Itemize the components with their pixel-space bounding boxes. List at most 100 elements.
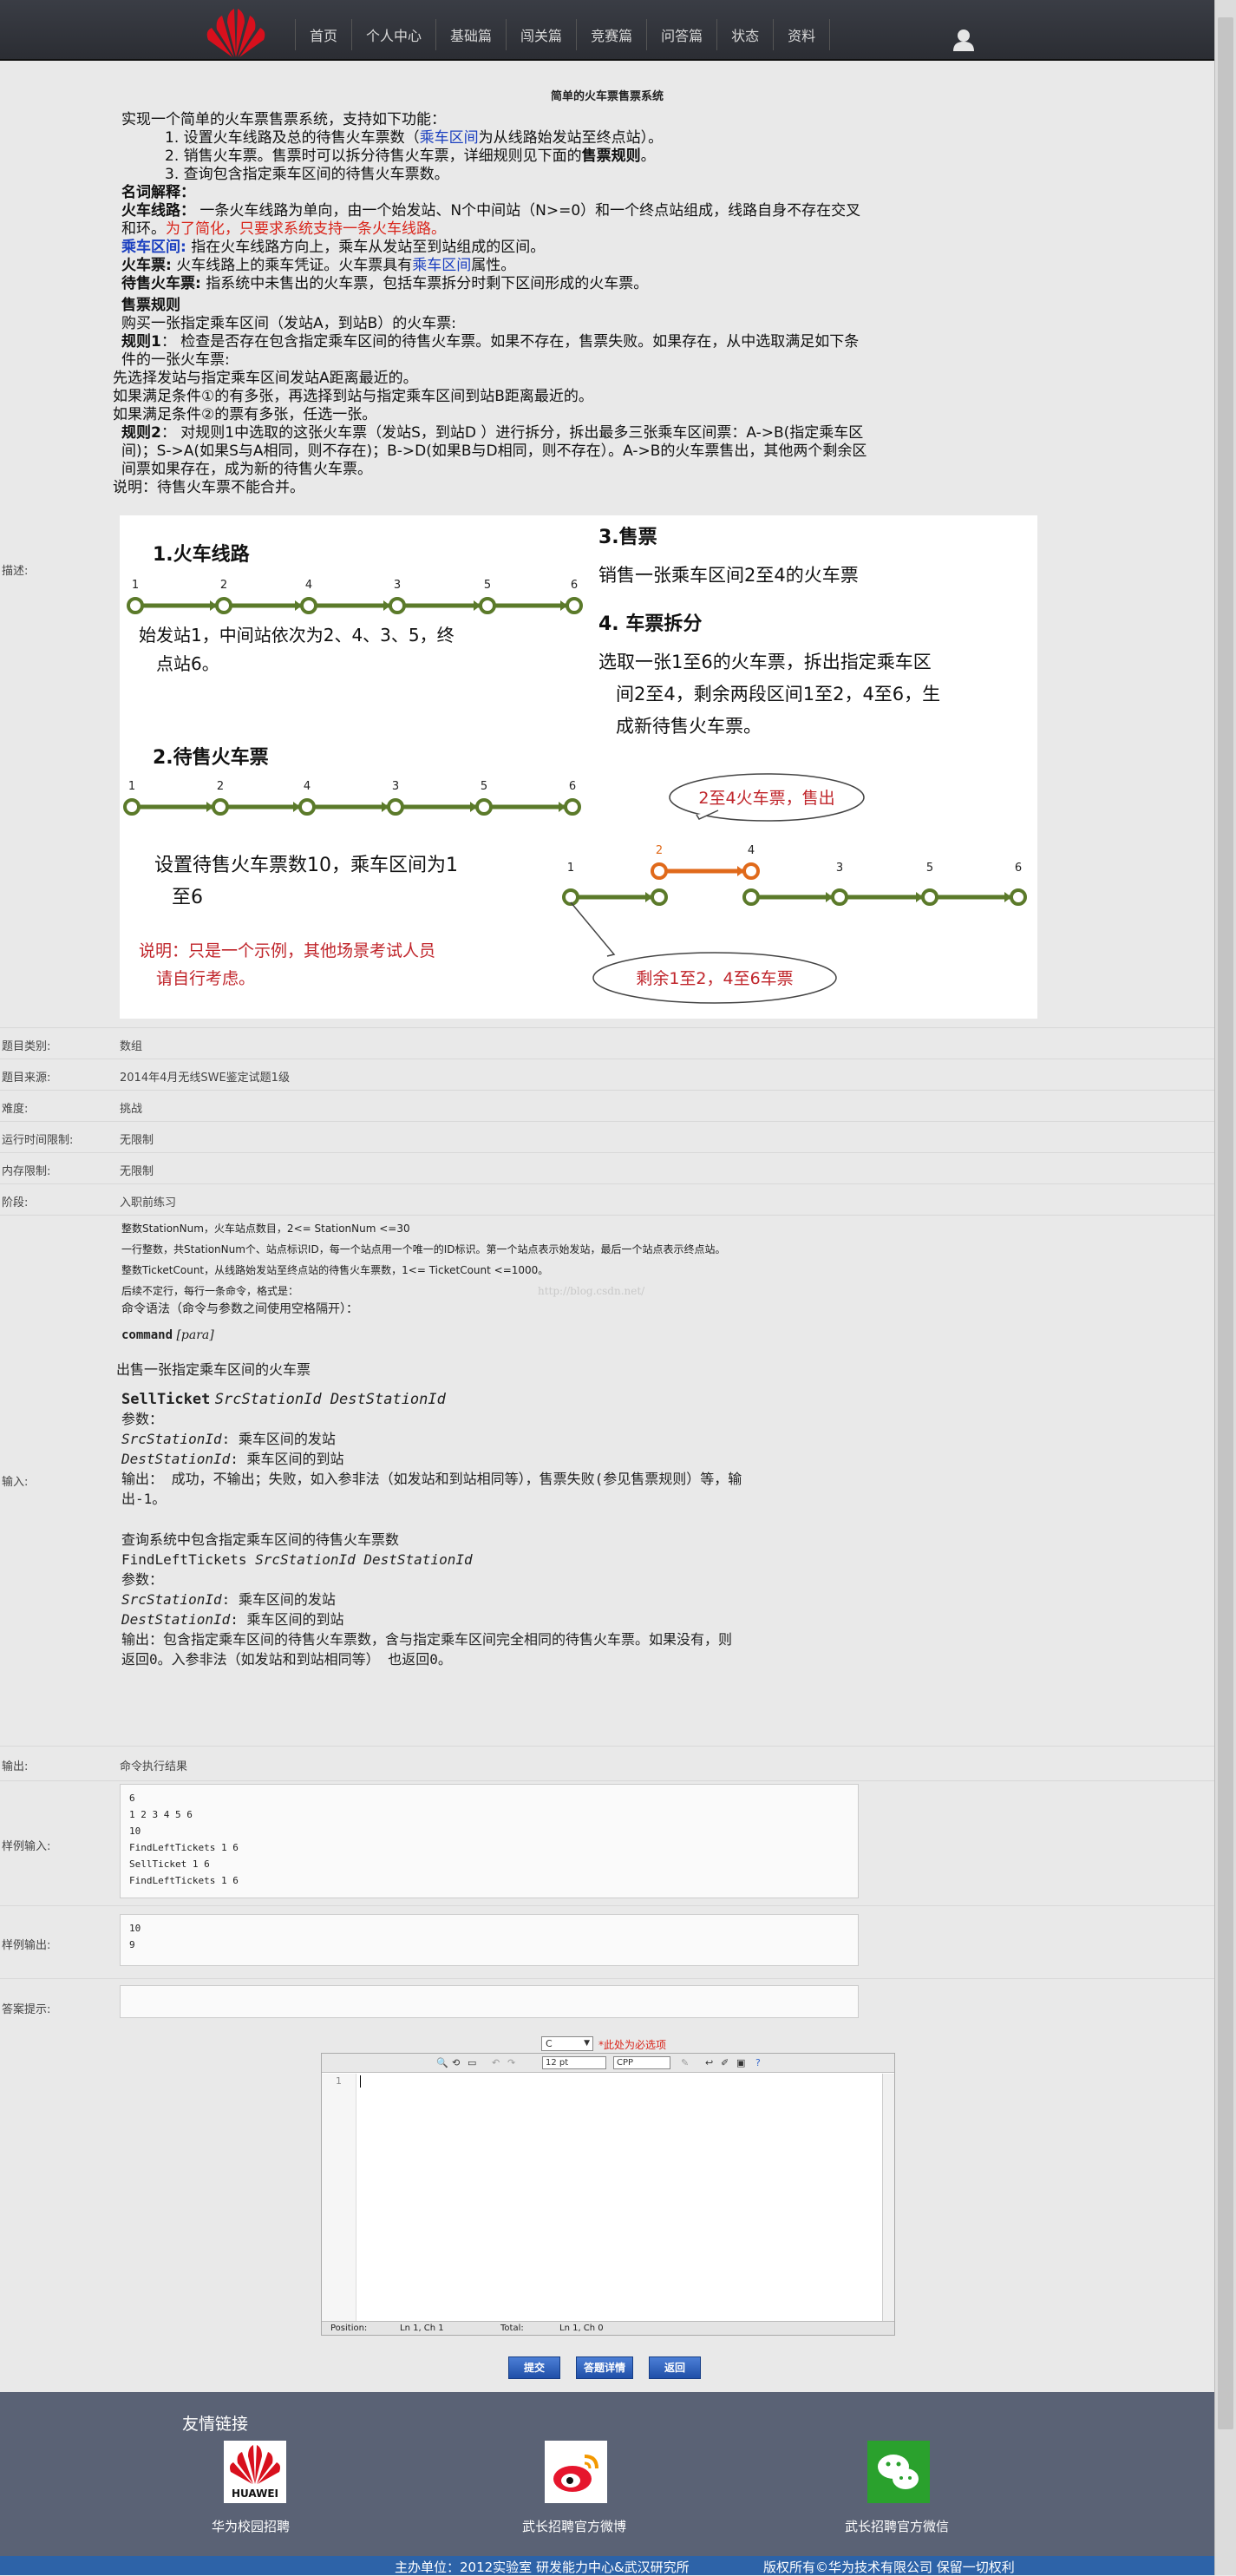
nav-resources[interactable]: 资料 xyxy=(774,19,831,50)
chevron-down-icon: ▼ xyxy=(584,2039,590,2048)
line-number: 1 xyxy=(336,2075,342,2087)
position-label: Position: xyxy=(330,2324,368,2333)
sell-param-src-desc: : 乘车区间的发站 xyxy=(221,1431,336,1447)
term-ticket-term: 乘车区间 xyxy=(412,257,472,274)
huawei-logo-icon[interactable] xyxy=(201,5,271,59)
code-editor[interactable]: 🔍 ⟲ ▭ ↶ ↷ 12 pt CPP ✎ ↩ ✐ ▣ ? 1 Position… xyxy=(321,2053,895,2336)
nav-qa[interactable]: 问答篇 xyxy=(647,19,718,50)
wechat-logo[interactable] xyxy=(867,2441,930,2503)
hint-box xyxy=(120,1985,859,2018)
footer: 友情链接 HUAWEI 华为校园招聘 武长招聘官方微博 武长招聘官方微信 xyxy=(0,2392,1214,2557)
editor-scrollbar[interactable] xyxy=(882,2074,894,2321)
main-nav: 首页 个人中心 基础篇 闯关篇 竞赛篇 问答篇 状态 资料 xyxy=(295,19,831,50)
wrap-icon[interactable]: ↩ xyxy=(705,2057,713,2068)
source-row: 题目来源: 2014年4月无线SWE鉴定试题1级 xyxy=(0,1059,1214,1090)
station-label: 2 xyxy=(220,579,227,592)
highlight-icon[interactable]: ✎ xyxy=(681,2057,689,2068)
weibo-logo[interactable] xyxy=(545,2441,607,2503)
nav-home[interactable]: 首页 xyxy=(295,19,353,50)
station-node xyxy=(831,888,848,906)
answer-details-button[interactable]: 答题详情 xyxy=(576,2356,633,2379)
s2-note-a: 说明：只是一个示例，其他场景考试人员 xyxy=(139,941,435,960)
sell-params-label: 参数： xyxy=(121,1411,164,1427)
editor-toolbar: 🔍 ⟲ ▭ ↶ ↷ 12 pt CPP ✎ ↩ ✐ ▣ ? xyxy=(322,2054,894,2073)
text-cursor xyxy=(360,2075,361,2088)
s2-title: 2.待售火车票 xyxy=(153,746,269,769)
station-label: 5 xyxy=(481,780,487,793)
footer-bar: 主办单位：2012实验室 研发能力中心&武汉研究所 版权所有©华为技术有限公司 … xyxy=(0,2556,1214,2575)
language-select[interactable]: C ▼ xyxy=(541,2036,593,2051)
station-node xyxy=(651,862,668,880)
station-node xyxy=(651,888,668,906)
submit-button[interactable]: 提交 xyxy=(508,2356,560,2379)
station-node xyxy=(123,798,141,816)
nav-contest[interactable]: 竞赛篇 xyxy=(577,19,648,50)
scrollbar-thumb[interactable] xyxy=(1218,17,1233,2429)
stage-label: 阶段: xyxy=(2,1196,29,1209)
feature-1-c: 为从线路始发站至终点站）。 xyxy=(478,129,664,147)
station-label: 4 xyxy=(305,579,312,592)
category-row: 题目类别: 数组 xyxy=(0,1027,1214,1059)
page-scrollbar[interactable] xyxy=(1214,0,1236,2575)
footer-link-wechat[interactable]: 武长招聘官方微信 xyxy=(845,2517,949,2535)
huawei-footer-logo[interactable]: HUAWEI xyxy=(224,2441,286,2503)
fullscreen-icon[interactable]: ▣ xyxy=(736,2057,745,2068)
s2-note-b: 请自行考虑。 xyxy=(156,969,255,988)
split-track: 1 2 4 3 5 6 xyxy=(562,844,1027,906)
s4-text-c: 成新待售火车票。 xyxy=(616,716,762,737)
s1-title: 1.火车线路 xyxy=(153,543,251,566)
query-title: 查询系统中包含指定乘车区间的待售火车票数 xyxy=(121,1531,400,1548)
query-params-label: 参数： xyxy=(121,1571,164,1588)
term-ticket-label: 火车票: xyxy=(121,257,172,274)
footer-link-weibo[interactable]: 武长招聘官方微博 xyxy=(522,2517,626,2535)
sell-param-src: SrcStationId: 乘车区间的发站 xyxy=(121,1429,867,1449)
sample-output-line: 10 xyxy=(129,1923,141,1934)
rule-1-cond-b: 如果满足条件①的有多张，再选择到站与指定乘车区间到站B距离最近的。 xyxy=(113,388,593,405)
replace-icon[interactable]: ⟲ xyxy=(452,2057,460,2068)
sample-input-line: 1 2 3 4 5 6 xyxy=(129,1809,193,1820)
total-value: Ln 1, Ch 0 xyxy=(559,2324,604,2333)
undo-icon[interactable]: ↶ xyxy=(492,2057,500,2068)
command-syntax: command [para] xyxy=(121,1326,867,1345)
back-button[interactable]: 返回 xyxy=(649,2356,701,2379)
rules-intro: 购买一张指定乘车区间（发站A，到站B）的火车票: xyxy=(121,315,457,332)
nav-status[interactable]: 状态 xyxy=(717,19,775,50)
user-icon[interactable] xyxy=(952,28,975,52)
term-segment: 乘车区间: 指在火车线路方向上，乘车从发站至到站组成的区间。 xyxy=(121,239,867,257)
command-keyword: command xyxy=(121,1328,173,1342)
help-icon[interactable]: ? xyxy=(755,2057,761,2068)
time-limit-label: 运行时间限制: xyxy=(2,1134,74,1147)
sample-input-line: SellTicket 1 6 xyxy=(129,1858,210,1870)
organizer-text: 主办单位：2012实验室 研发能力中心&武汉研究所 xyxy=(395,2560,690,2575)
font-size-select[interactable]: 12 pt xyxy=(542,2056,606,2069)
query-output-a: 输出：包含指定乘车区间的待售火车票数，含与指定乘车区间完全相同的待售火车票。如果… xyxy=(121,1631,733,1648)
syntax-select[interactable]: CPP xyxy=(613,2056,670,2069)
input-l4-wrap: 后续不定行，每行一条命令，格式是： http://blog.csdn.net/ xyxy=(121,1281,867,1301)
station-node xyxy=(1010,888,1027,906)
footer-link-campus[interactable]: 华为校园招聘 xyxy=(212,2517,290,2535)
sample-input-line: FindLeftTickets 1 6 xyxy=(129,1875,239,1886)
left-bubble-text: 剩余1至2，4至6车票 xyxy=(636,969,793,988)
stage-row: 阶段: 入职前练习 xyxy=(0,1183,1214,1215)
nav-profile[interactable]: 个人中心 xyxy=(352,19,437,50)
station-node xyxy=(742,862,760,880)
search-icon[interactable]: 🔍 xyxy=(436,2057,448,2068)
goto-icon[interactable]: ▭ xyxy=(468,2057,476,2068)
sample-output-label: 样例输出: xyxy=(2,1939,51,1952)
font-size-value: 12 pt xyxy=(546,2058,569,2068)
nav-challenge[interactable]: 闯关篇 xyxy=(507,19,578,50)
reset-icon[interactable]: ✐ xyxy=(721,2057,729,2068)
station-label: 4 xyxy=(748,844,755,857)
redo-icon[interactable]: ↷ xyxy=(507,2057,515,2068)
language-value: C xyxy=(546,2038,553,2049)
station-node xyxy=(387,798,404,816)
ticket-split-diagram: 1.火车线路 124356 始发站1，中间站依次为2、4、3、5，终 点站6。 … xyxy=(120,515,1037,1019)
footer-title: 友情链接 xyxy=(182,2415,249,2434)
s1-caption-b: 点站6。 xyxy=(156,653,219,674)
weibo-icon xyxy=(553,2455,598,2492)
station-node xyxy=(298,798,316,816)
term-segment-text: 指在火车线路方向上，乘车从发站至到站组成的区间。 xyxy=(186,239,546,256)
sample-output-line: 9 xyxy=(129,1939,135,1950)
nav-basic[interactable]: 基础篇 xyxy=(436,19,507,50)
time-limit-row: 运行时间限制: 无限制 xyxy=(0,1121,1214,1152)
